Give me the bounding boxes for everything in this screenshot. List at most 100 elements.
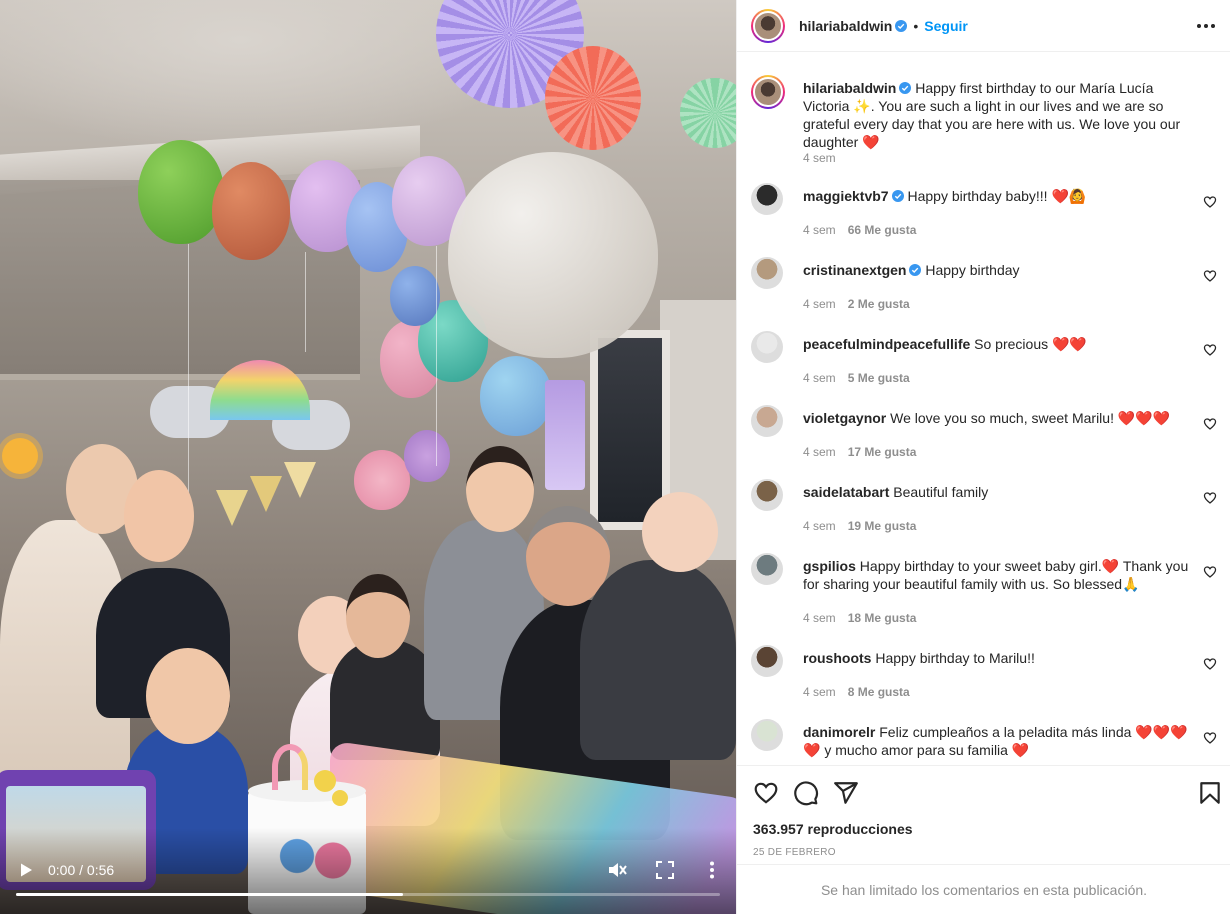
comment-likes[interactable]: 5 Me gusta bbox=[848, 371, 910, 385]
comment-like-heart-icon[interactable] bbox=[1203, 269, 1217, 283]
head bbox=[346, 574, 410, 658]
rainbow-balloon bbox=[480, 356, 552, 436]
comments-list[interactable]: hilariabaldwin Happy first birthday to o… bbox=[737, 53, 1230, 765]
comment-text: We love you so much, sweet Marilu! ❤️❤️❤… bbox=[890, 410, 1171, 426]
commenter-avatar[interactable] bbox=[751, 645, 783, 677]
commenter-avatar[interactable] bbox=[751, 183, 783, 215]
comment-time[interactable]: 4 sem bbox=[803, 519, 836, 533]
commenter-username[interactable]: cristinanextgen bbox=[803, 262, 906, 278]
commenter-username[interactable]: danimorelr bbox=[803, 724, 875, 740]
comment-like-heart-icon[interactable] bbox=[1203, 417, 1217, 431]
comment-body: danimorelr Feliz cumpleaños a la peladit… bbox=[803, 723, 1203, 759]
comment-text: Beautiful family bbox=[893, 484, 989, 500]
comment-time[interactable]: 4 sem bbox=[803, 445, 836, 459]
commenter-avatar[interactable] bbox=[751, 331, 783, 363]
verified-badge-icon bbox=[899, 82, 912, 94]
comment-like-heart-icon[interactable] bbox=[1203, 565, 1217, 579]
verified-badge-icon bbox=[891, 190, 904, 202]
comment-row: violetgaynor We love you so much, sweet … bbox=[751, 405, 1217, 475]
caption-username[interactable]: hilariabaldwin bbox=[803, 80, 896, 96]
comment-like-heart-icon[interactable] bbox=[1203, 657, 1217, 671]
comment-body: violetgaynor We love you so much, sweet … bbox=[803, 409, 1203, 427]
sun-decoration bbox=[2, 438, 38, 474]
comment-row: roushoots Happy birthday to Marilu!! 4 se… bbox=[751, 645, 1217, 715]
comment-like-heart-icon[interactable] bbox=[1203, 195, 1217, 209]
comment-time[interactable]: 4 sem bbox=[803, 685, 836, 699]
video-more-icon[interactable] bbox=[702, 860, 722, 880]
comment-row: danimorelr Feliz cumpleaños a la peladit… bbox=[751, 719, 1217, 765]
current-time: 0:00 bbox=[48, 862, 76, 878]
comment-likes[interactable]: 17 Me gusta bbox=[848, 445, 917, 459]
comment-body: roushoots Happy birthday to Marilu!! bbox=[803, 649, 1203, 667]
commenter-avatar[interactable] bbox=[751, 257, 783, 289]
commenter-avatar[interactable] bbox=[751, 405, 783, 437]
commenter-username[interactable]: roushoots bbox=[803, 650, 871, 666]
comment-meta: 4 sem 8 Me gusta bbox=[803, 685, 910, 699]
comment-meta: 4 sem 66 Me gusta bbox=[803, 223, 916, 237]
play-icon[interactable] bbox=[18, 862, 34, 878]
caption-body: hilariabaldwin Happy first birthday to o… bbox=[803, 79, 1203, 151]
commenter-username[interactable]: maggiektvb7 bbox=[803, 188, 889, 204]
commenter-username[interactable]: gspilios bbox=[803, 558, 856, 574]
balloon-string bbox=[305, 252, 306, 352]
comment-time[interactable]: 4 sem bbox=[803, 611, 836, 625]
comment-row: peacefulmindpeacefullife So precious ❤️❤… bbox=[751, 331, 1217, 401]
commenter-username[interactable]: violetgaynor bbox=[803, 410, 886, 426]
comment-likes[interactable]: 18 Me gusta bbox=[848, 611, 917, 625]
comment-like-heart-icon[interactable] bbox=[1203, 491, 1217, 505]
fullscreen-icon[interactable] bbox=[655, 860, 675, 880]
comment-like-heart-icon[interactable] bbox=[1203, 343, 1217, 357]
comment-time[interactable]: 4 sem bbox=[803, 223, 836, 237]
commenter-avatar[interactable] bbox=[751, 553, 783, 585]
commenter-avatar[interactable] bbox=[751, 719, 783, 751]
comment-time[interactable]: 4 sem bbox=[803, 371, 836, 385]
muted-icon[interactable] bbox=[607, 860, 627, 880]
comment-meta: 4 sem 18 Me gusta bbox=[803, 611, 916, 625]
video-progress-bar[interactable] bbox=[16, 893, 720, 896]
comment-row: gspilios Happy birthday to your sweet ba… bbox=[751, 553, 1217, 625]
follow-button[interactable]: Seguir bbox=[924, 18, 968, 34]
post-video[interactable]: 0:00 / 0:56 bbox=[0, 0, 736, 914]
comment-body: peacefulmindpeacefullife So precious ❤️❤… bbox=[803, 335, 1203, 353]
comment-text: Happy birthday baby!!! ❤️🙆 bbox=[907, 188, 1087, 204]
caption-time: 4 sem bbox=[803, 151, 836, 165]
author-username[interactable]: hilariabaldwin bbox=[799, 18, 892, 34]
pom-pom-decoration bbox=[404, 430, 450, 482]
balloon-tassel bbox=[545, 380, 585, 490]
commenter-username[interactable]: peacefulmindpeacefullife bbox=[803, 336, 970, 352]
large-clear-balloon bbox=[448, 152, 658, 358]
comment-body: saidelatabart Beautiful family bbox=[803, 483, 1203, 501]
bookmark-icon[interactable] bbox=[1197, 780, 1223, 806]
head bbox=[466, 446, 534, 532]
balloon bbox=[212, 162, 290, 260]
honeycomb-ball-decoration bbox=[545, 46, 641, 150]
post-header: hilariabaldwin • Seguir bbox=[737, 0, 1230, 52]
view-count[interactable]: 363.957 reproducciones bbox=[753, 821, 913, 837]
author-avatar[interactable] bbox=[751, 75, 785, 109]
comment-meta: 4 sem 5 Me gusta bbox=[803, 371, 910, 385]
video-time: 0:00 / 0:56 bbox=[48, 862, 115, 878]
commenter-username[interactable]: saidelatabart bbox=[803, 484, 889, 500]
share-icon[interactable] bbox=[833, 780, 859, 806]
post-date[interactable]: 25 DE FEBRERO bbox=[753, 847, 836, 858]
comment-likes[interactable]: 8 Me gusta bbox=[848, 685, 910, 699]
verified-badge-icon bbox=[909, 264, 922, 276]
video-progress-fill bbox=[16, 893, 404, 896]
comment-likes[interactable]: 19 Me gusta bbox=[848, 519, 917, 533]
heart-icon[interactable] bbox=[753, 780, 779, 806]
comment-icon[interactable] bbox=[793, 780, 819, 806]
comment-likes[interactable]: 66 Me gusta bbox=[848, 223, 917, 237]
comment-time[interactable]: 4 sem bbox=[803, 297, 836, 311]
baby-grey-sweater bbox=[580, 560, 736, 760]
head bbox=[642, 492, 718, 572]
comment-likes[interactable]: 2 Me gusta bbox=[848, 297, 910, 311]
cake-ball-topper bbox=[332, 790, 348, 806]
more-options-icon[interactable] bbox=[1194, 16, 1218, 36]
commenter-avatar[interactable] bbox=[751, 479, 783, 511]
comment-text: So precious ❤️❤️ bbox=[974, 336, 1087, 352]
comment-like-heart-icon[interactable] bbox=[1203, 731, 1217, 745]
comment-text: Happy birthday bbox=[925, 262, 1020, 278]
author-avatar[interactable] bbox=[751, 8, 785, 43]
comment-body: maggiektvb7 Happy birthday baby!!! ❤️🙆 bbox=[803, 187, 1203, 205]
comment-body: gspilios Happy birthday to your sweet ba… bbox=[803, 557, 1203, 593]
